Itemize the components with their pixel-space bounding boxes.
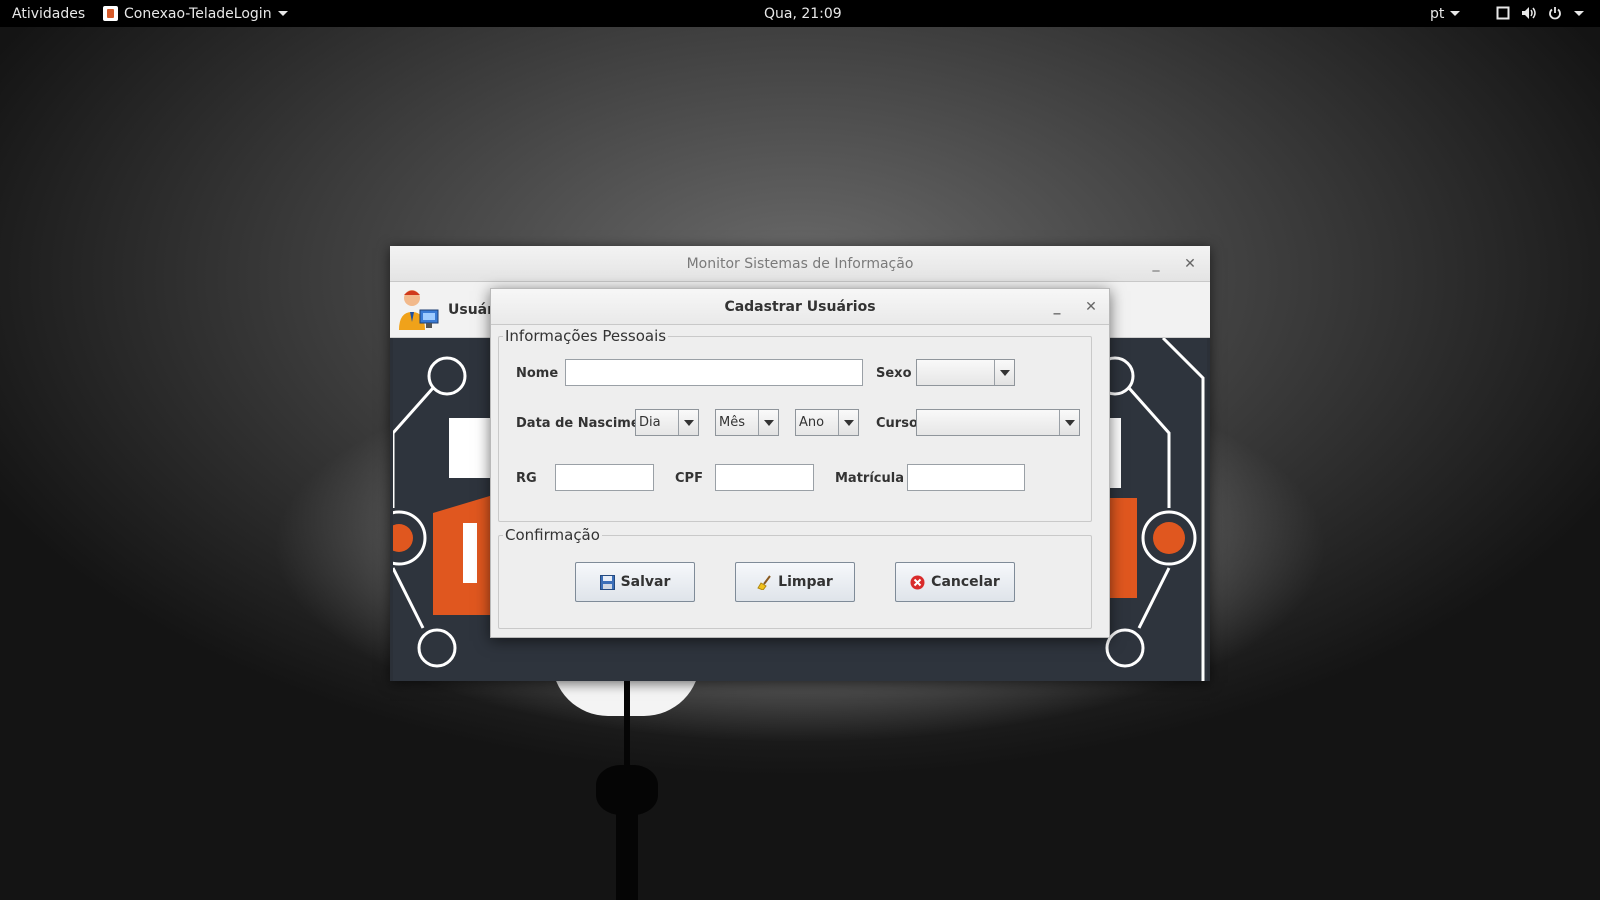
dropdown-arrow-icon[interactable]: [1059, 410, 1079, 435]
dropdown-arrow-icon[interactable]: [838, 410, 858, 435]
matricula-field[interactable]: [907, 464, 1025, 491]
language-menu[interactable]: pt: [1430, 0, 1461, 27]
chevron-down-icon: [1574, 11, 1584, 16]
cancelar-button[interactable]: Cancelar: [895, 562, 1015, 602]
dia-select[interactable]: Dia: [635, 409, 699, 436]
mes-select-value: Mês: [719, 415, 745, 430]
ano-select[interactable]: Ano: [795, 409, 859, 436]
clock-label: Qua, 21:09: [764, 5, 842, 22]
volume-icon: [1521, 6, 1537, 22]
dialog-titlebar[interactable]: Cadastrar Usuários _ ✕: [491, 289, 1109, 325]
curso-select[interactable]: [916, 409, 1080, 436]
confirmation-group: Confirmação Salvar Limpar Cancelar: [498, 526, 1092, 629]
chevron-down-icon: [1450, 11, 1461, 16]
sexo-label: Sexo: [876, 366, 912, 381]
ano-select-value: Ano: [799, 415, 825, 430]
salvar-button[interactable]: Salvar: [575, 562, 695, 602]
cancelar-button-label: Cancelar: [931, 574, 1000, 590]
system-menu[interactable]: [1490, 0, 1584, 27]
minimize-button[interactable]: _: [1144, 246, 1168, 282]
app-menu-label: Conexao-TeladeLogin: [124, 5, 272, 22]
activities-button[interactable]: Atividades: [12, 0, 85, 27]
cpf-field[interactable]: [715, 464, 814, 491]
limpar-button-label: Limpar: [778, 574, 833, 590]
window-icon: [1495, 6, 1511, 22]
language-label: pt: [1430, 5, 1445, 22]
users-icon[interactable]: [396, 288, 442, 332]
matricula-label: Matrícula: [835, 471, 904, 486]
salvar-button-label: Salvar: [620, 574, 671, 590]
save-icon: [599, 574, 615, 590]
nome-field[interactable]: [565, 359, 863, 386]
confirmation-legend: Confirmação: [503, 526, 602, 544]
main-window-titlebar[interactable]: Monitor Sistemas de Informação _ ✕: [390, 246, 1210, 282]
register-users-dialog: Cadastrar Usuários _ ✕ Informações Pesso…: [490, 288, 1110, 638]
java-app-icon: [103, 6, 118, 21]
dialog-title: Cadastrar Usuários: [724, 299, 876, 315]
rg-label: RG: [516, 471, 537, 486]
dialog-close-button[interactable]: ✕: [1079, 289, 1103, 325]
curso-label: Curso: [876, 416, 918, 431]
dia-select-value: Dia: [639, 415, 661, 430]
close-button[interactable]: ✕: [1178, 246, 1202, 282]
app-menu[interactable]: Conexao-TeladeLogin: [103, 0, 288, 27]
dropdown-arrow-icon[interactable]: [678, 410, 698, 435]
broom-icon: [757, 574, 772, 591]
top-bar: Atividades Conexao-TeladeLogin Qua, 21:0…: [0, 0, 1600, 27]
dialog-minimize-button[interactable]: _: [1045, 289, 1069, 325]
activities-label: Atividades: [12, 5, 86, 22]
toolbar-users-label[interactable]: Usuár: [448, 302, 494, 318]
rg-field[interactable]: [555, 464, 654, 491]
chevron-down-icon: [277, 11, 288, 16]
cpf-label: CPF: [675, 471, 703, 486]
wallpaper-tower-base: [616, 800, 638, 900]
power-icon: [1547, 6, 1563, 22]
mes-select[interactable]: Mês: [715, 409, 779, 436]
sexo-select[interactable]: [916, 359, 1015, 386]
personal-info-legend: Informações Pessoais: [503, 327, 669, 345]
dropdown-arrow-icon[interactable]: [994, 360, 1014, 385]
personal-info-group: Informações Pessoais Nome Sexo Data de N…: [498, 327, 1092, 522]
limpar-button[interactable]: Limpar: [735, 562, 855, 602]
clock[interactable]: Qua, 21:09: [764, 0, 842, 27]
cancel-icon: [910, 575, 925, 590]
nome-label: Nome: [516, 366, 559, 381]
main-window-title: Monitor Sistemas de Informação: [686, 256, 914, 272]
dropdown-arrow-icon[interactable]: [758, 410, 778, 435]
